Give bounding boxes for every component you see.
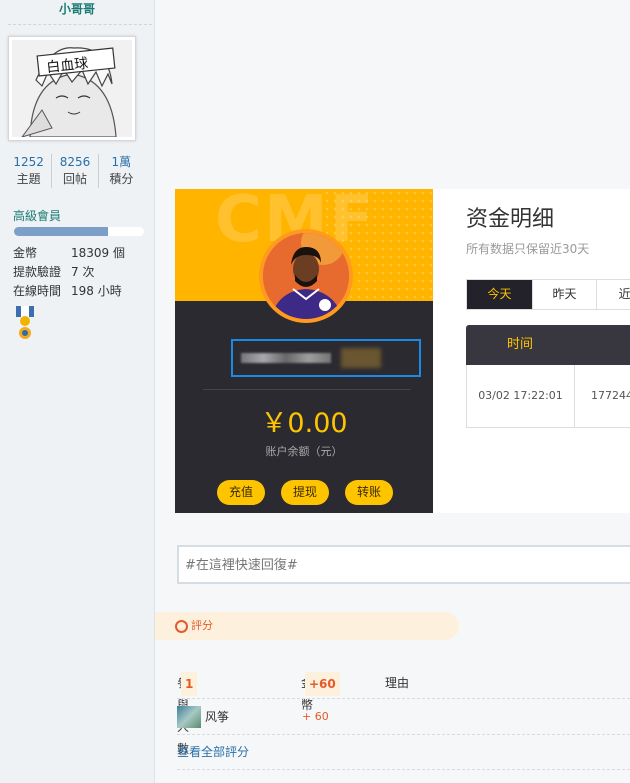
view-all-ratings-link[interactable]: 查看全部評分 [177, 743, 249, 760]
fund-title: 资金明细 [466, 207, 555, 232]
stat-value[interactable]: 1252 [6, 154, 51, 170]
rating-coins: + 60 [302, 710, 329, 723]
rating-header: 參與人數1 金幣+60 理由 [177, 672, 630, 756]
wallet-balance-label: 账户余额（元） [265, 445, 343, 458]
tab-recent: 近7 [596, 280, 630, 309]
participants-count: 1 [181, 672, 198, 696]
info-key: 金幣 [13, 246, 38, 260]
wallet-avatar [259, 229, 353, 323]
wallet-username-redacted [231, 339, 421, 377]
quick-reply-input[interactable] [183, 548, 617, 582]
stat-value[interactable]: 1萬 [99, 154, 144, 170]
row-value: 177244 [591, 389, 630, 402]
fund-detail-screenshot: 资金明细 所有数据只保留近30天 今天 昨天 近7 时间 03/02 17:22… [433, 189, 630, 513]
divider [203, 389, 411, 390]
divider [177, 698, 630, 699]
user-avatar-icon[interactable] [177, 706, 201, 728]
avatar[interactable]: 白血球 [8, 36, 136, 141]
info-key: 提款驗證 [13, 265, 62, 279]
wallet-screenshot: CMF ￥0.00 账户余额（元） 充值 提现 转账 [175, 189, 433, 513]
rating-user[interactable]: 风筝 [205, 706, 229, 728]
fund-table-header: 时间 [466, 325, 630, 365]
user-sidebar: 小哥哥 白血球 1252 主題 8256 回帖 1萬 積分 高級會員 金幣 183… [0, 0, 155, 783]
ribbon-medal-icon[interactable] [16, 306, 34, 326]
recharge-button: 充值 [217, 480, 265, 505]
username-link[interactable]: 小哥哥 [0, 0, 154, 18]
coins-value: +60 [305, 672, 340, 696]
tab-yesterday: 昨天 [532, 280, 596, 309]
fund-tabs: 今天 昨天 近7 [466, 279, 630, 310]
stat-threads[interactable]: 1252 主題 [6, 154, 51, 188]
reason-label: 理由 [385, 676, 410, 690]
rating-label: 評分 [191, 619, 213, 632]
medal-icons [14, 305, 36, 344]
withdraw-button: 提现 [281, 480, 329, 505]
row-time: 03/02 17:22:01 [467, 365, 575, 427]
transfer-button: 转账 [345, 480, 393, 505]
info-key: 在線時間 [13, 284, 62, 298]
level-progress-fill [14, 227, 108, 236]
info-row: 金幣 18309 個 [13, 244, 153, 263]
info-row: 提款驗證 7 次 [13, 263, 153, 282]
stat-label: 主題 [16, 172, 41, 186]
fund-subtitle: 所有数据只保留近30天 [466, 242, 590, 256]
stat-label: 積分 [109, 172, 134, 186]
info-row: 在線時間 198 小時 [13, 282, 153, 301]
user-info: 金幣 18309 個 提款驗證 7 次 在線時間 198 小時 [13, 244, 153, 301]
sun-medal-icon[interactable] [19, 327, 31, 339]
user-stats: 1252 主題 8256 回帖 1萬 積分 [6, 154, 144, 188]
divider [177, 769, 630, 770]
post-blank-area [155, 0, 630, 180]
wallet-amount: ￥0.00 [260, 408, 348, 439]
divider [8, 24, 152, 25]
circle-icon [175, 620, 188, 633]
info-value: 18309 個 [71, 246, 125, 260]
table-row: 03/02 17:22:01 177244 [466, 365, 630, 428]
quick-reply-box [177, 545, 630, 584]
column-time: 时间 [506, 337, 533, 352]
rating-row: 风筝 + 60 [177, 706, 630, 730]
rating-tab: 評分 [155, 612, 459, 640]
stat-credits[interactable]: 1萬 積分 [97, 154, 144, 188]
stat-value[interactable]: 8256 [52, 154, 97, 170]
info-value: 7 次 [71, 265, 95, 279]
stat-label: 回帖 [62, 172, 87, 186]
info-value: 198 小時 [71, 284, 122, 298]
tab-today: 今天 [467, 280, 532, 309]
user-group[interactable]: 高級會員 [13, 207, 61, 224]
level-progress-bar [14, 227, 144, 236]
divider [177, 734, 630, 735]
wallet-actions: 充值 提现 转账 [217, 480, 393, 505]
stat-posts[interactable]: 8256 回帖 [51, 154, 97, 188]
